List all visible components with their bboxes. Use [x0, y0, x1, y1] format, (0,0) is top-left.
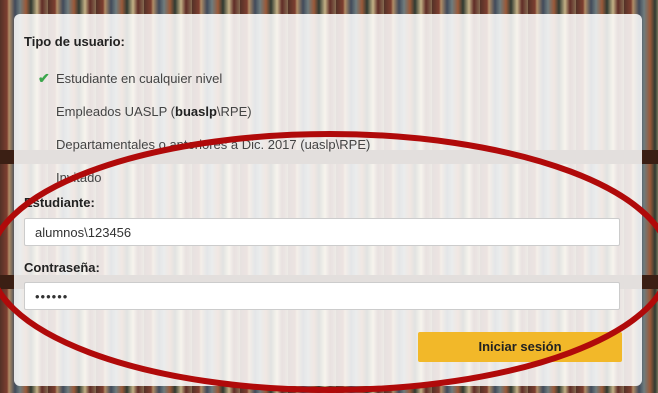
user-type-option-invitado[interactable]: Invitado [56, 170, 102, 185]
password-input[interactable]: •••••• [24, 282, 620, 310]
user-type-title: Tipo de usuario: [24, 34, 125, 49]
user-type-option-departamentales[interactable]: Departamentales o anteriores a Dic. 2017… [56, 137, 370, 152]
login-button[interactable]: Iniciar sesión [418, 332, 622, 362]
check-icon: ✔ [38, 70, 50, 86]
user-field-label: Estudiante: [24, 195, 95, 210]
username-input[interactable]: alumnos\123456 [24, 218, 620, 246]
password-field-label: Contraseña: [24, 260, 100, 275]
user-type-option-empleados[interactable]: Empleados UASLP (buaslp\RPE) [56, 104, 252, 119]
login-card [14, 14, 642, 386]
user-type-option-estudiante[interactable]: Estudiante en cualquier nivel [56, 71, 222, 86]
